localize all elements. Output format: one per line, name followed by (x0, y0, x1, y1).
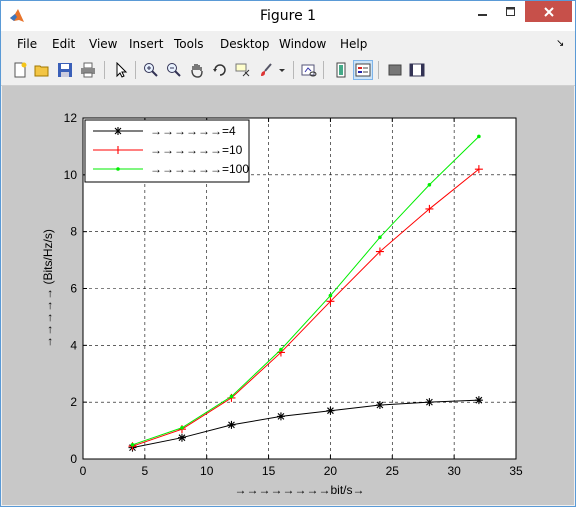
figure-toolbar (1, 57, 575, 86)
brush-icon (261, 63, 272, 76)
legend-label-1: →→→→→→=10 (150, 143, 243, 157)
save-icon (58, 63, 72, 77)
show-plot-tools-button[interactable] (407, 60, 427, 80)
y-tick-label: 2 (70, 395, 77, 409)
x-tick-label: 10 (200, 464, 214, 478)
figure-canvas: 0 5 10 15 20 25 30 35 0 2 4 6 8 10 12 →→→→→→→→bit/s→ →→→… (2, 86, 574, 505)
menu-file[interactable]: File (17, 37, 37, 51)
hide-plot-tools-icon (388, 64, 402, 76)
data-point-s2-2 (229, 394, 234, 399)
brush-button[interactable] (256, 60, 276, 80)
menu-tools[interactable]: Tools (174, 37, 204, 51)
legend-icon (355, 63, 371, 77)
data-point-s0-6 (425, 398, 434, 407)
pan-button[interactable] (187, 60, 207, 80)
x-tick-label: 30 (447, 464, 461, 478)
colorbar-button[interactable] (331, 60, 351, 80)
data-point-s0-5 (375, 401, 384, 410)
menu-help[interactable]: Help (340, 37, 367, 51)
close-button[interactable] (525, 1, 572, 22)
x-tick-label: 20 (324, 464, 338, 478)
menu-window[interactable]: Window (279, 37, 326, 51)
menu-desktop[interactable]: Desktop (220, 37, 270, 51)
dock-arrow-icon[interactable]: ↘ (556, 38, 564, 49)
menu-insert[interactable]: Insert (129, 37, 163, 51)
new-figure-icon (14, 62, 27, 78)
legend-marker-0 (114, 127, 122, 135)
x-tick-label: 0 (80, 464, 87, 478)
y-tick-label: 12 (64, 111, 78, 125)
rotate-3d-icon (213, 64, 226, 76)
legend-label-2: →→→→→→=100 (150, 162, 249, 176)
show-plot-tools-icon (409, 63, 425, 77)
x-tick-label: 35 (509, 464, 523, 478)
y-axis-label: →→→→→ (Bits/Hz/s) (41, 229, 55, 348)
y-tick-label: 6 (70, 282, 77, 296)
pan-icon (191, 64, 203, 78)
open-file-button[interactable] (32, 60, 52, 80)
y-tick-label: 10 (64, 168, 78, 182)
x-tick-label: 25 (386, 464, 400, 478)
zoom-out-icon (167, 63, 181, 77)
legend-marker-2 (116, 167, 120, 171)
data-point-s2-6 (427, 182, 432, 187)
maximize-button[interactable] (498, 1, 524, 22)
minimize-icon (478, 13, 487, 16)
y-tick-label: 8 (70, 225, 77, 239)
new-figure-button[interactable] (10, 60, 30, 80)
legend-button[interactable] (353, 60, 373, 80)
x-tick-label: 5 (142, 464, 149, 478)
menu-view[interactable]: View (89, 37, 117, 51)
close-icon (543, 6, 554, 17)
minimize-button[interactable] (470, 1, 496, 22)
zoom-in-button[interactable] (141, 60, 161, 80)
data-point-s0-4 (326, 406, 335, 415)
open-file-icon (34, 65, 49, 77)
brush-dropdown-button[interactable] (277, 60, 287, 80)
y-tick-label: 0 (70, 452, 77, 466)
save-button[interactable] (55, 60, 75, 80)
title-bar[interactable]: Figure 1 (1, 1, 575, 31)
figure-window: Figure 1 File Edit View Insert Tools Des… (0, 0, 576, 507)
hide-plot-tools-button[interactable] (385, 60, 405, 80)
brush-dropdown-icon (279, 69, 285, 72)
pointer-button[interactable] (111, 60, 131, 80)
pointer-icon (116, 62, 128, 78)
data-point-s0-2 (227, 420, 236, 429)
colorbar-icon (336, 62, 346, 78)
data-point-s0-3 (276, 412, 285, 421)
y-tick-label: 4 (70, 338, 77, 352)
data-point-s2-4 (328, 293, 333, 298)
x-tick-label: 15 (262, 464, 276, 478)
data-point-s2-7 (477, 134, 481, 139)
link-plot-icon (301, 64, 317, 77)
zoom-in-icon (144, 63, 158, 77)
line-chart: 0 5 10 15 20 25 30 35 0 2 4 6 8 10 12 →→→→→→→→bit/s→ →→→… (41, 111, 523, 497)
data-point-s2-1 (180, 425, 184, 430)
maximize-icon (506, 6, 515, 16)
data-point-s0-7 (474, 396, 483, 405)
rotate-3d-button[interactable] (210, 60, 230, 80)
data-point-s2-3 (279, 347, 283, 352)
zoom-out-button[interactable] (164, 60, 184, 80)
data-cursor-icon (235, 63, 250, 77)
data-point-s2-0 (130, 442, 135, 447)
data-point-s0-1 (177, 433, 186, 442)
menu-edit[interactable]: Edit (52, 37, 75, 51)
menu-bar: File Edit View Insert Tools Desktop Wind… (1, 32, 575, 56)
data-point-s2-5 (378, 235, 382, 240)
print-button[interactable] (78, 60, 98, 80)
x-axis-label: →→→→→→→→bit/s→ (234, 483, 364, 497)
print-icon (81, 62, 95, 78)
link-plot-button[interactable] (299, 60, 319, 80)
data-cursor-button[interactable] (233, 60, 253, 80)
legend-label-0: →→→→→→=4 (150, 124, 236, 138)
